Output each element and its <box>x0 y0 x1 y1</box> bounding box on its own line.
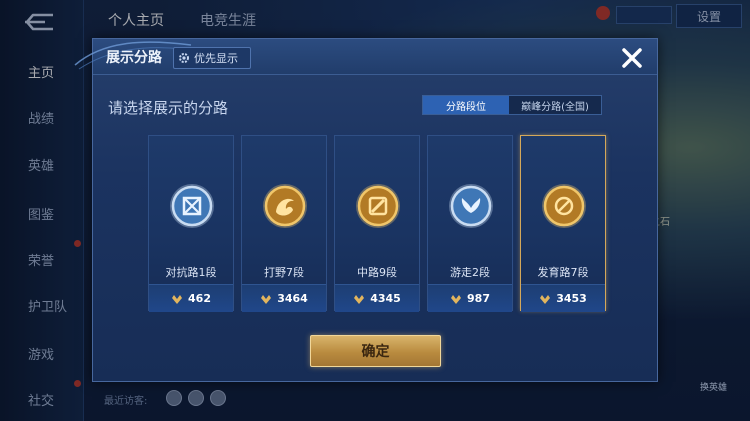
rank-points-icon <box>353 289 365 308</box>
crosshair-icon <box>540 182 588 230</box>
lane-card-stats: 3464 <box>242 284 326 312</box>
dialog-title: 展示分路 <box>106 50 162 66</box>
lane-card-stats: 4345 <box>335 284 419 312</box>
lane-card-stats: 987 <box>428 284 512 312</box>
lane-card-value: 4345 <box>370 292 401 305</box>
rank-points-icon <box>450 289 462 308</box>
rank-points-icon <box>260 289 272 308</box>
priority-display-label: 优先显示 <box>194 52 238 65</box>
close-button[interactable] <box>619 45 645 71</box>
segment-lane-rank[interactable]: 分路段位 <box>423 96 509 114</box>
rank-points-icon <box>171 289 183 308</box>
lane-card[interactable]: 发育路7段 3453 <box>520 135 606 312</box>
lane-card-value: 3453 <box>556 292 587 305</box>
segment-peak-lane[interactable]: 巅峰分路(全国) <box>509 96 601 114</box>
lane-card-label: 发育路7段 <box>537 266 589 279</box>
lane-card-value: 462 <box>188 292 211 305</box>
lane-card-label: 对抗路1段 <box>165 266 217 279</box>
lane-card[interactable]: 中路9段 4345 <box>334 135 420 312</box>
priority-display-button[interactable]: 优先显示 <box>173 47 251 69</box>
lane-card-stats: 462 <box>149 284 233 312</box>
lane-card-value: 3464 <box>277 292 308 305</box>
lane-card[interactable]: 游走2段 987 <box>427 135 513 312</box>
rank-points-icon <box>539 289 551 308</box>
lane-card[interactable]: 对抗路1段 462 <box>148 135 234 312</box>
lane-display-dialog: 展示分路 优先显示 请选择展示的分路 分路段位 巅峰分路(全国) 对抗路1段 46… <box>74 38 658 382</box>
lane-card[interactable]: 打野7段 3464 <box>241 135 327 312</box>
wings-icon <box>447 182 495 230</box>
lane-card-label: 中路9段 <box>357 266 397 279</box>
lane-card-label: 打野7段 <box>264 266 304 279</box>
lane-mode-toggle: 分路段位 巅峰分路(全国) <box>422 95 602 115</box>
confirm-button[interactable]: 确定 <box>310 335 441 367</box>
slash-icon <box>354 182 402 230</box>
lane-card-value: 987 <box>467 292 490 305</box>
shield-crossed-swords-icon <box>168 182 216 230</box>
lane-card-stats: 3453 <box>521 284 605 312</box>
close-icon <box>622 48 642 68</box>
select-lane-prompt: 请选择展示的分路 <box>108 99 229 117</box>
dialog-header: 展示分路 优先显示 <box>74 39 657 75</box>
lane-card-label: 游走2段 <box>450 266 490 279</box>
gear-icon <box>179 53 189 63</box>
dragon-claw-icon <box>261 182 309 230</box>
